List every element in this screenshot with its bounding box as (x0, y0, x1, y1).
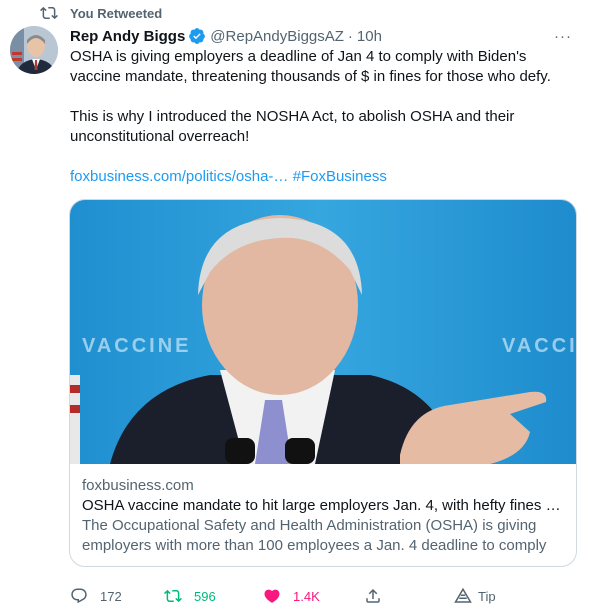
hashtag-link[interactable]: #FoxBusiness (293, 168, 387, 185)
tip-icon (454, 587, 472, 603)
retweet-icon (164, 589, 182, 603)
tweet-actions: 172 596 1.4K Tip (70, 585, 570, 607)
retweet-count: 596 (194, 588, 216, 604)
author-name[interactable]: Rep Andy Biggs (70, 28, 185, 45)
avatar-photo (10, 26, 58, 74)
card-text: foxbusiness.com OSHA vaccine mandate to … (70, 464, 576, 567)
like-button[interactable]: 1.4K (263, 585, 320, 607)
retweet-banner-label: You Retweeted (70, 5, 163, 21)
reply-count: 172 (100, 588, 122, 604)
card-domain: foxbusiness.com (82, 477, 194, 494)
retweet-banner: You Retweeted (40, 4, 162, 22)
tip-button[interactable]: Tip (454, 585, 496, 607)
tweet-timestamp[interactable]: 10h (357, 28, 382, 45)
verified-badge-icon (189, 28, 206, 44)
article-link[interactable]: foxbusiness.com/politics/osha-… (70, 168, 288, 185)
card-image: VACCINE VACCINE (70, 200, 576, 464)
heart-icon (264, 589, 280, 603)
tweet-header: Rep Andy Biggs @RepAndyBiggsAZ · 10h (70, 26, 570, 46)
reply-icon (71, 588, 87, 604)
tweet-text-paragraph-2: This is why I introduced the NOSHA Act, … (70, 108, 515, 145)
share-button[interactable] (364, 585, 382, 607)
header-separator: · (347, 27, 353, 45)
more-icon[interactable]: ··· (552, 26, 574, 46)
tweet-links: foxbusiness.com/politics/osha-… #FoxBusi… (70, 167, 387, 187)
retweet-icon (40, 6, 58, 20)
reply-button[interactable]: 172 (70, 585, 122, 607)
retweet-button[interactable]: 596 (164, 585, 216, 607)
card-image-watermark-left: VACCINE (82, 335, 192, 357)
card-description: The Occupational Safety and Health Admin… (82, 517, 547, 567)
tip-label: Tip (478, 588, 496, 604)
tweet-text-paragraph-1: OSHA is giving employers a deadline of J… (70, 48, 551, 85)
link-preview-card[interactable]: VACCINE VACCINE foxbusiness.com OSHA vac… (69, 199, 577, 567)
avatar[interactable] (10, 26, 58, 74)
like-count: 1.4K (293, 588, 320, 604)
author-handle[interactable]: @RepAndyBiggsAZ (210, 28, 344, 45)
share-icon (366, 588, 380, 603)
tweet[interactable]: You Retweeted Rep Andy Biggs @RepAndyBig… (0, 0, 590, 612)
card-image-watermark-right: VACCINE (502, 335, 576, 357)
card-title: OSHA vaccine mandate to hit large employ… (82, 497, 561, 514)
